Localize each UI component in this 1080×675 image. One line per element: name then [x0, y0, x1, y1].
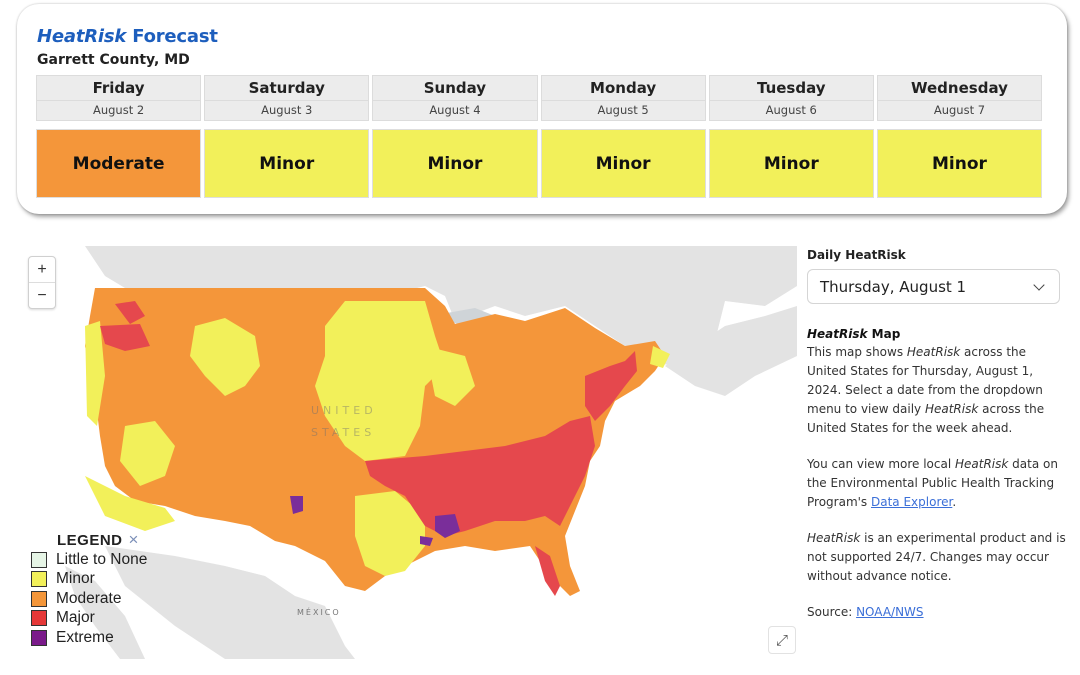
source-label: Source: [807, 605, 857, 619]
text-italic: HeatRisk [906, 345, 961, 359]
day-risk-level: Minor [708, 129, 874, 198]
forecast-day: Friday August 2 Moderate [36, 75, 202, 198]
day-date: August 6 [708, 100, 874, 121]
day-name: Monday [540, 75, 706, 100]
day-risk-level: Minor [876, 129, 1043, 198]
forecast-title: HeatRisk Forecast [37, 26, 218, 47]
legend-label: Major [56, 609, 95, 627]
legend-title: LEGEND [57, 531, 123, 549]
day-risk-level: Minor [204, 129, 370, 198]
source-link[interactable]: NOAA/NWS [856, 605, 923, 619]
map-label-states: STATES [311, 426, 376, 439]
title-heatrisk: HeatRisk [37, 26, 127, 47]
map-description: This map shows HeatRisk across the Unite… [807, 343, 1067, 438]
legend-item: Moderate [31, 589, 147, 609]
legend-label: Moderate [56, 589, 122, 607]
legend-swatch [31, 629, 47, 646]
map-legend: LEGEND × Little to None Minor Moderate M… [31, 530, 147, 648]
legend-swatch [31, 590, 47, 607]
day-name: Friday [36, 75, 202, 100]
date-select[interactable]: Thursday, August 1 [807, 269, 1060, 304]
forecast-days: Friday August 2 Moderate Saturday August… [36, 75, 1043, 198]
legend-item: Minor [31, 570, 147, 590]
forecast-day: Saturday August 3 Minor [204, 75, 370, 198]
forecast-day: Sunday August 4 Minor [372, 75, 538, 198]
zoom-out-button[interactable]: − [29, 282, 55, 308]
legend-close-icon[interactable]: × [129, 530, 139, 550]
day-risk-level: Moderate [36, 129, 202, 198]
text-italic: HeatRisk [807, 531, 861, 545]
legend-swatch [31, 610, 47, 627]
day-risk-level: Minor [372, 129, 538, 198]
day-risk-level: Minor [540, 129, 706, 198]
data-explorer-link[interactable]: Data Explorer [871, 495, 952, 509]
day-date: August 5 [540, 100, 706, 121]
day-date: August 2 [36, 100, 202, 121]
date-select-label: Daily HeatRisk [807, 248, 906, 262]
text: This map shows [807, 345, 907, 359]
title-forecast: Forecast [126, 26, 218, 47]
map-label-mexico: MÉXICO [297, 608, 341, 617]
day-name: Wednesday [876, 75, 1043, 100]
source-line: Source: NOAA/NWS [807, 603, 1067, 622]
legend-item: Extreme [31, 628, 147, 648]
text: . [952, 495, 957, 509]
text-italic: HeatRisk [924, 402, 979, 416]
legend-label: Extreme [56, 628, 114, 646]
day-date: August 7 [876, 100, 1043, 121]
chevron-down-icon [1033, 278, 1045, 291]
data-explorer-note: You can view more local HeatRisk data on… [807, 455, 1067, 512]
disclaimer: HeatRisk is an experimental product and … [807, 529, 1067, 586]
forecast-day: Monday August 5 Minor [540, 75, 706, 198]
day-date: August 3 [204, 100, 370, 121]
day-name: Saturday [204, 75, 370, 100]
date-select-value: Thursday, August 1 [820, 277, 967, 296]
map-label-united: UNITED [311, 404, 377, 417]
legend-swatch [31, 551, 47, 568]
location-name: Garrett County, MD [37, 52, 190, 68]
expand-map-button[interactable]: ⤢ [768, 626, 796, 654]
forecast-card: HeatRisk Forecast Garrett County, MD Fri… [17, 4, 1067, 214]
zoom-control: + − [28, 256, 56, 309]
legend-swatch [31, 571, 47, 588]
text-italic: HeatRisk [955, 457, 1009, 471]
legend-item: Major [31, 609, 147, 629]
day-name: Sunday [372, 75, 538, 100]
forecast-day: Wednesday August 7 Minor [876, 75, 1043, 198]
expand-icon: ⤢ [775, 631, 788, 649]
heading-map: Map [867, 327, 901, 341]
text: You can view more local [807, 457, 955, 471]
legend-header: LEGEND × [57, 530, 147, 550]
zoom-in-button[interactable]: + [29, 257, 55, 282]
legend-label: Minor [56, 570, 95, 588]
day-date: August 4 [372, 100, 538, 121]
side-panel: Daily HeatRisk Thursday, August 1 HeatRi… [807, 248, 1067, 622]
legend-item: Little to None [31, 550, 147, 570]
forecast-day: Tuesday August 6 Minor [708, 75, 874, 198]
map-info-heading: HeatRisk Map [807, 327, 1067, 341]
heading-heatrisk: HeatRisk [807, 327, 868, 341]
legend-label: Little to None [56, 550, 148, 568]
day-name: Tuesday [708, 75, 874, 100]
